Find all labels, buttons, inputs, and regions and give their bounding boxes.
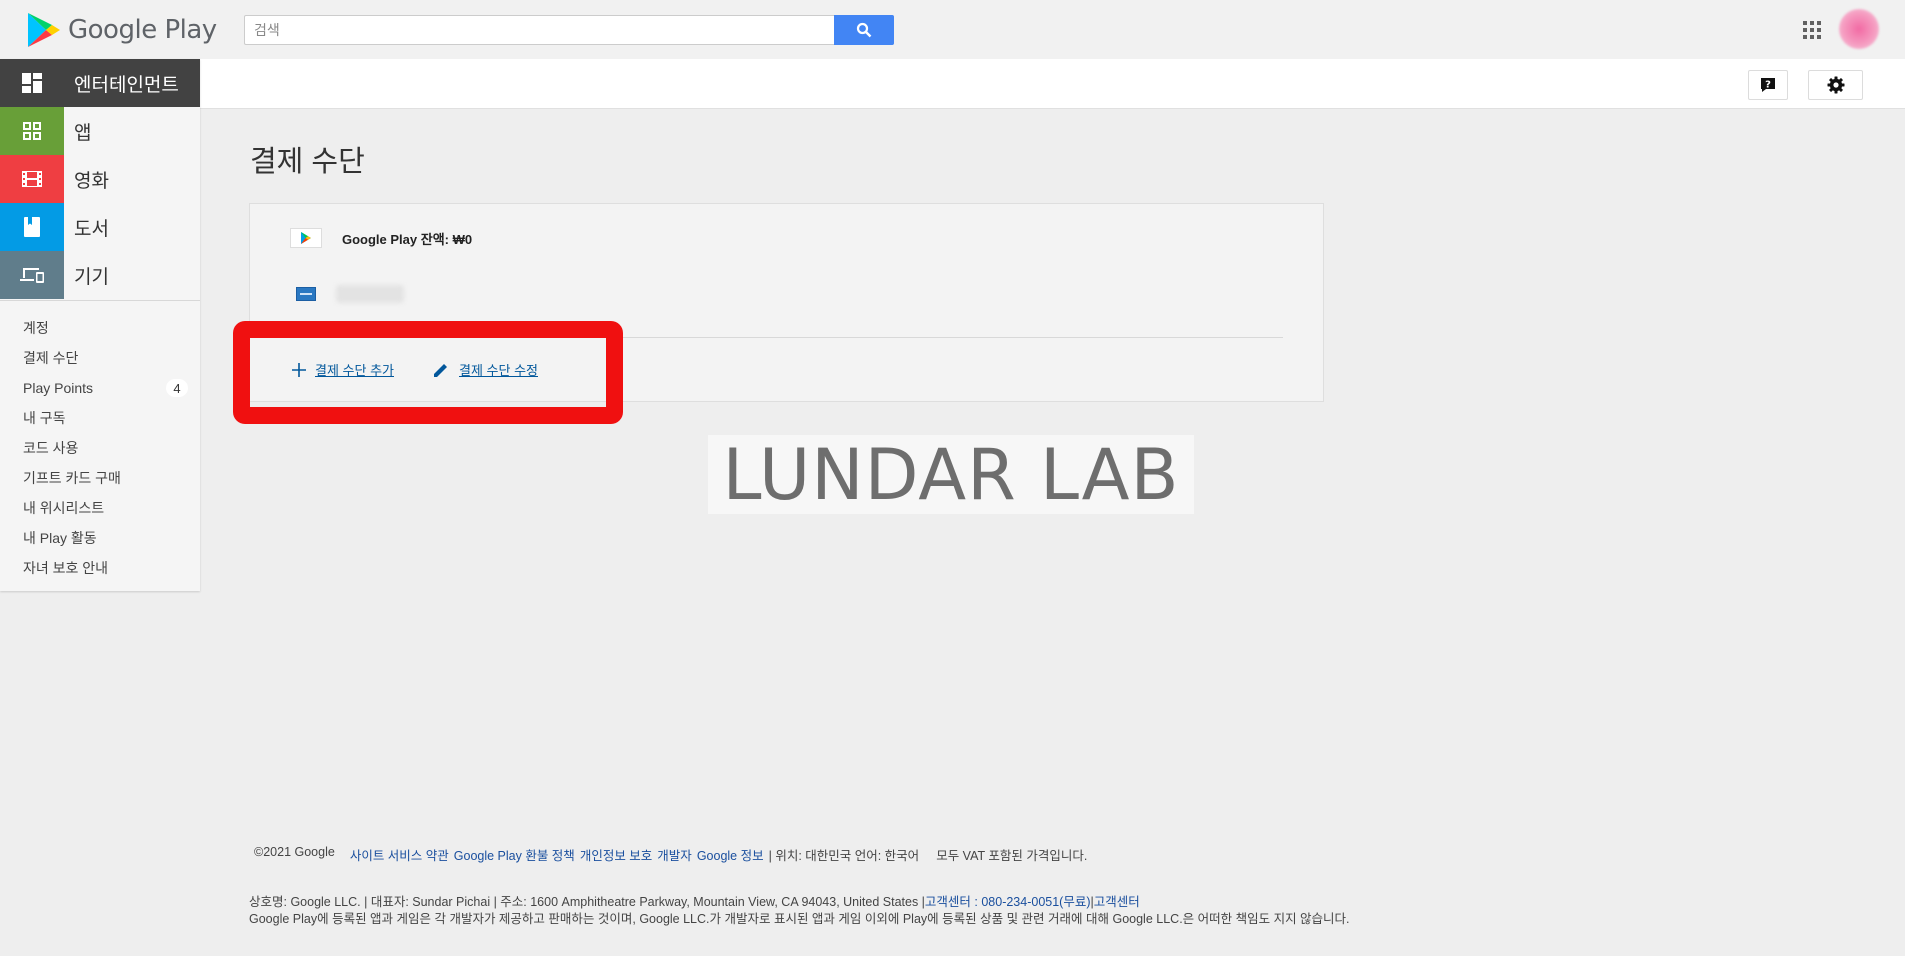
menu-label: 내 위시리스트	[23, 500, 105, 516]
top-header: Google Play	[0, 0, 1905, 59]
svg-text:?: ?	[1765, 80, 1771, 91]
sidebar-item-payment-methods[interactable]: 결제 수단	[0, 343, 200, 373]
sidebar-item-subscriptions[interactable]: 내 구독	[0, 403, 200, 433]
card-row	[296, 285, 404, 303]
sidebar-item-account[interactable]: 계정	[0, 313, 200, 343]
sidebar-item-wishlist[interactable]: 내 위시리스트	[0, 493, 200, 523]
footer-link-terms[interactable]: 사이트 서비스 약관	[350, 845, 449, 864]
search-input[interactable]	[245, 16, 835, 44]
gear-icon	[1827, 76, 1844, 94]
menu-label: Play Points	[23, 380, 94, 396]
footer-disclaimer: Google Play에 등록된 앱과 게임은 각 개발자가 제공하고 판매하는…	[249, 912, 1350, 926]
edit-payment-method-label: 결제 수단 수정	[459, 363, 538, 378]
film-icon	[0, 155, 64, 203]
sidebar-item-play-activity[interactable]: 내 Play 활동	[0, 523, 200, 553]
help-icon: ?	[1761, 78, 1775, 92]
footer-link-about[interactable]: Google 정보	[697, 845, 764, 864]
category-label: 도서	[74, 218, 109, 240]
avatar[interactable]	[1839, 9, 1879, 49]
devices-icon	[0, 251, 64, 299]
footer-link-privacy[interactable]: 개인정보 보호	[580, 845, 652, 864]
sidebar-item-gift-card[interactable]: 기프트 카드 구매	[0, 463, 200, 493]
credit-card-icon	[296, 287, 316, 301]
category-devices[interactable]: 기기	[0, 251, 200, 299]
footer-location: | 위치: 대한민국 언어: 한국어	[768, 849, 920, 863]
sub-header-bar	[200, 59, 1905, 109]
book-icon	[0, 203, 64, 251]
category-books[interactable]: 도서	[0, 203, 200, 251]
play-logo-icon	[28, 13, 60, 47]
sidebar-item-parent-guide[interactable]: 자녀 보호 안내	[0, 553, 200, 583]
footer-links-row: ©2021 Google 사이트 서비스 약관 Google Play 환불 정…	[254, 845, 1087, 864]
add-payment-method-link[interactable]: 결제 수단 추가	[292, 360, 394, 379]
apps-icon	[0, 107, 64, 155]
menu-label: 자녀 보호 안내	[23, 560, 109, 576]
menu-label: 코드 사용	[23, 440, 79, 456]
category-label: 영화	[74, 170, 109, 192]
menu-label: 결제 수단	[23, 350, 79, 366]
company-info: 상호명: Google LLC. | 대표자: Sundar Pichai | …	[249, 895, 925, 909]
masked-card-number	[336, 285, 404, 303]
play-balance-text: Google Play 잔액: ₩0	[342, 231, 473, 247]
footer-vat: 모두 VAT 포함된 가격입니다.	[936, 849, 1088, 863]
entertainment-icon	[0, 59, 64, 107]
search-button[interactable]	[834, 15, 894, 45]
points-badge: 4	[166, 379, 188, 397]
footer-link-developer[interactable]: 개발자	[657, 845, 692, 864]
support-center-link[interactable]: 고객센터	[1094, 895, 1140, 909]
search-box	[244, 15, 894, 45]
category-label: 앱	[74, 122, 92, 144]
play-balance-icon	[290, 228, 322, 248]
plus-icon	[292, 362, 306, 377]
menu-label: 계정	[23, 320, 49, 336]
play-balance-row: Google Play 잔액: ₩0	[290, 228, 472, 248]
menu-label: 기프트 카드 구매	[23, 470, 121, 486]
category-movies[interactable]: 영화	[0, 155, 200, 203]
menu-label: 내 Play 활동	[23, 530, 97, 546]
google-play-logo[interactable]: Google Play	[26, 11, 217, 49]
support-phone-link[interactable]: 고객센터 : 080-234-0051(무료)	[925, 895, 1091, 909]
apps-grid-icon[interactable]	[1803, 21, 1821, 39]
edit-payment-method-link[interactable]: 결제 수단 수정	[432, 360, 538, 379]
logo-text: Google Play	[68, 15, 217, 45]
category-entertainment[interactable]: 엔터테인먼트	[0, 59, 200, 107]
category-label: 엔터테인먼트	[74, 74, 179, 96]
help-button[interactable]: ?	[1748, 70, 1788, 100]
menu-label: 내 구독	[23, 410, 66, 426]
search-icon	[856, 22, 872, 38]
watermark: LUNDAR LAB	[708, 434, 1194, 516]
category-apps[interactable]: 앱	[0, 107, 200, 155]
sidebar-divider	[0, 300, 200, 301]
add-payment-method-label: 결제 수단 추가	[315, 363, 394, 378]
category-label: 기기	[74, 266, 109, 288]
sidebar-item-redeem[interactable]: 코드 사용	[0, 433, 200, 463]
account-menu: 계정 결제 수단 Play Points 4 내 구독 코드 사용 기프트 카드 …	[0, 313, 200, 583]
pencil-icon	[434, 363, 447, 377]
page-title: 결제 수단	[250, 146, 365, 178]
settings-button[interactable]	[1808, 70, 1863, 100]
copyright: ©2021 Google	[254, 845, 335, 859]
sidebar: 엔터테인먼트 앱 영화 도서 기기 계정 결제 수단 Play Points 4 …	[0, 59, 200, 591]
footer-link-refund[interactable]: Google Play 환불 정책	[454, 845, 575, 864]
sidebar-item-play-points[interactable]: Play Points 4	[0, 373, 200, 403]
